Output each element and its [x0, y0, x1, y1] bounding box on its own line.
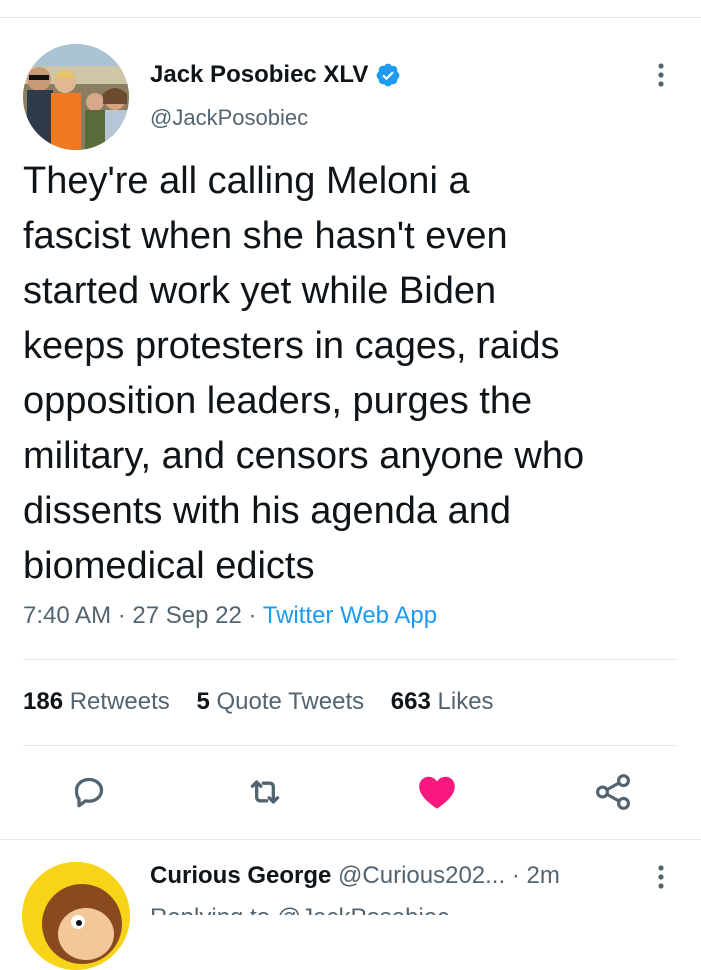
reply-author-avatar[interactable]	[22, 862, 130, 970]
tweet-text: They're all calling Meloni a fascist whe…	[23, 160, 585, 587]
tweet-bottom-divider	[0, 839, 701, 840]
author-name[interactable]: Jack Posobiec XLV	[150, 61, 368, 89]
quote-tweets-count: 5	[196, 688, 210, 715]
tweet-stats: 186 Retweets 5 Quote Tweets 663 Likes	[23, 688, 514, 716]
top-divider	[0, 17, 701, 18]
retweets-stat[interactable]: 186 Retweets	[23, 688, 170, 716]
author-name-row: Jack Posobiec XLV	[150, 58, 401, 92]
meta-separator: ·	[248, 602, 257, 629]
author-block: Jack Posobiec XLV @JackPosobiec	[150, 58, 401, 131]
reply-icon	[74, 777, 104, 808]
share-button[interactable]	[590, 769, 636, 815]
retweet-button[interactable]	[242, 769, 288, 815]
reply-context-partial: Replying to @JackPosobiec	[150, 902, 510, 915]
heart-icon	[419, 776, 455, 809]
tweet-source-link[interactable]: Twitter Web App	[263, 602, 437, 629]
reply-time[interactable]: · 2m	[512, 862, 560, 889]
verified-badge-icon	[376, 63, 400, 87]
more-icon[interactable]	[651, 60, 671, 90]
likes-count: 663	[390, 688, 431, 715]
reply-author-name[interactable]: Curious George	[150, 862, 331, 889]
retweets-label: Retweets	[69, 688, 170, 715]
monkey-avatar-image	[22, 862, 130, 970]
tweet-time[interactable]: 7:40 AM	[23, 602, 111, 629]
author-avatar[interactable]	[23, 44, 129, 150]
retweets-count: 186	[23, 688, 64, 715]
stats-top-divider	[23, 659, 678, 660]
reply-button[interactable]	[66, 769, 112, 815]
retweet-icon	[250, 780, 280, 804]
stats-bottom-divider	[23, 745, 678, 746]
share-icon	[596, 774, 630, 810]
quote-tweets-label: Quote Tweets	[216, 688, 365, 715]
quote-tweets-stat[interactable]: 5 Quote Tweets	[196, 688, 364, 716]
replying-to-text: Replying to @JackPosobiec	[150, 904, 510, 915]
reply-more-icon[interactable]	[651, 862, 671, 892]
meta-separator: ·	[117, 602, 126, 629]
author-handle[interactable]: @JackPosobiec	[150, 105, 401, 131]
likes-label: Likes	[437, 688, 494, 715]
reply-author-handle[interactable]: @Curious202...	[338, 862, 505, 889]
like-button[interactable]	[414, 769, 460, 815]
likes-stat[interactable]: 663 Likes	[391, 688, 494, 716]
tweet-meta: 7:40 AM · 27 Sep 22 · Twitter Web App	[23, 602, 437, 630]
reply-header: Curious George @Curious202... · 2m	[150, 862, 560, 890]
avatar-photo	[23, 44, 129, 150]
tweet-date[interactable]: 27 Sep 22	[132, 602, 241, 629]
